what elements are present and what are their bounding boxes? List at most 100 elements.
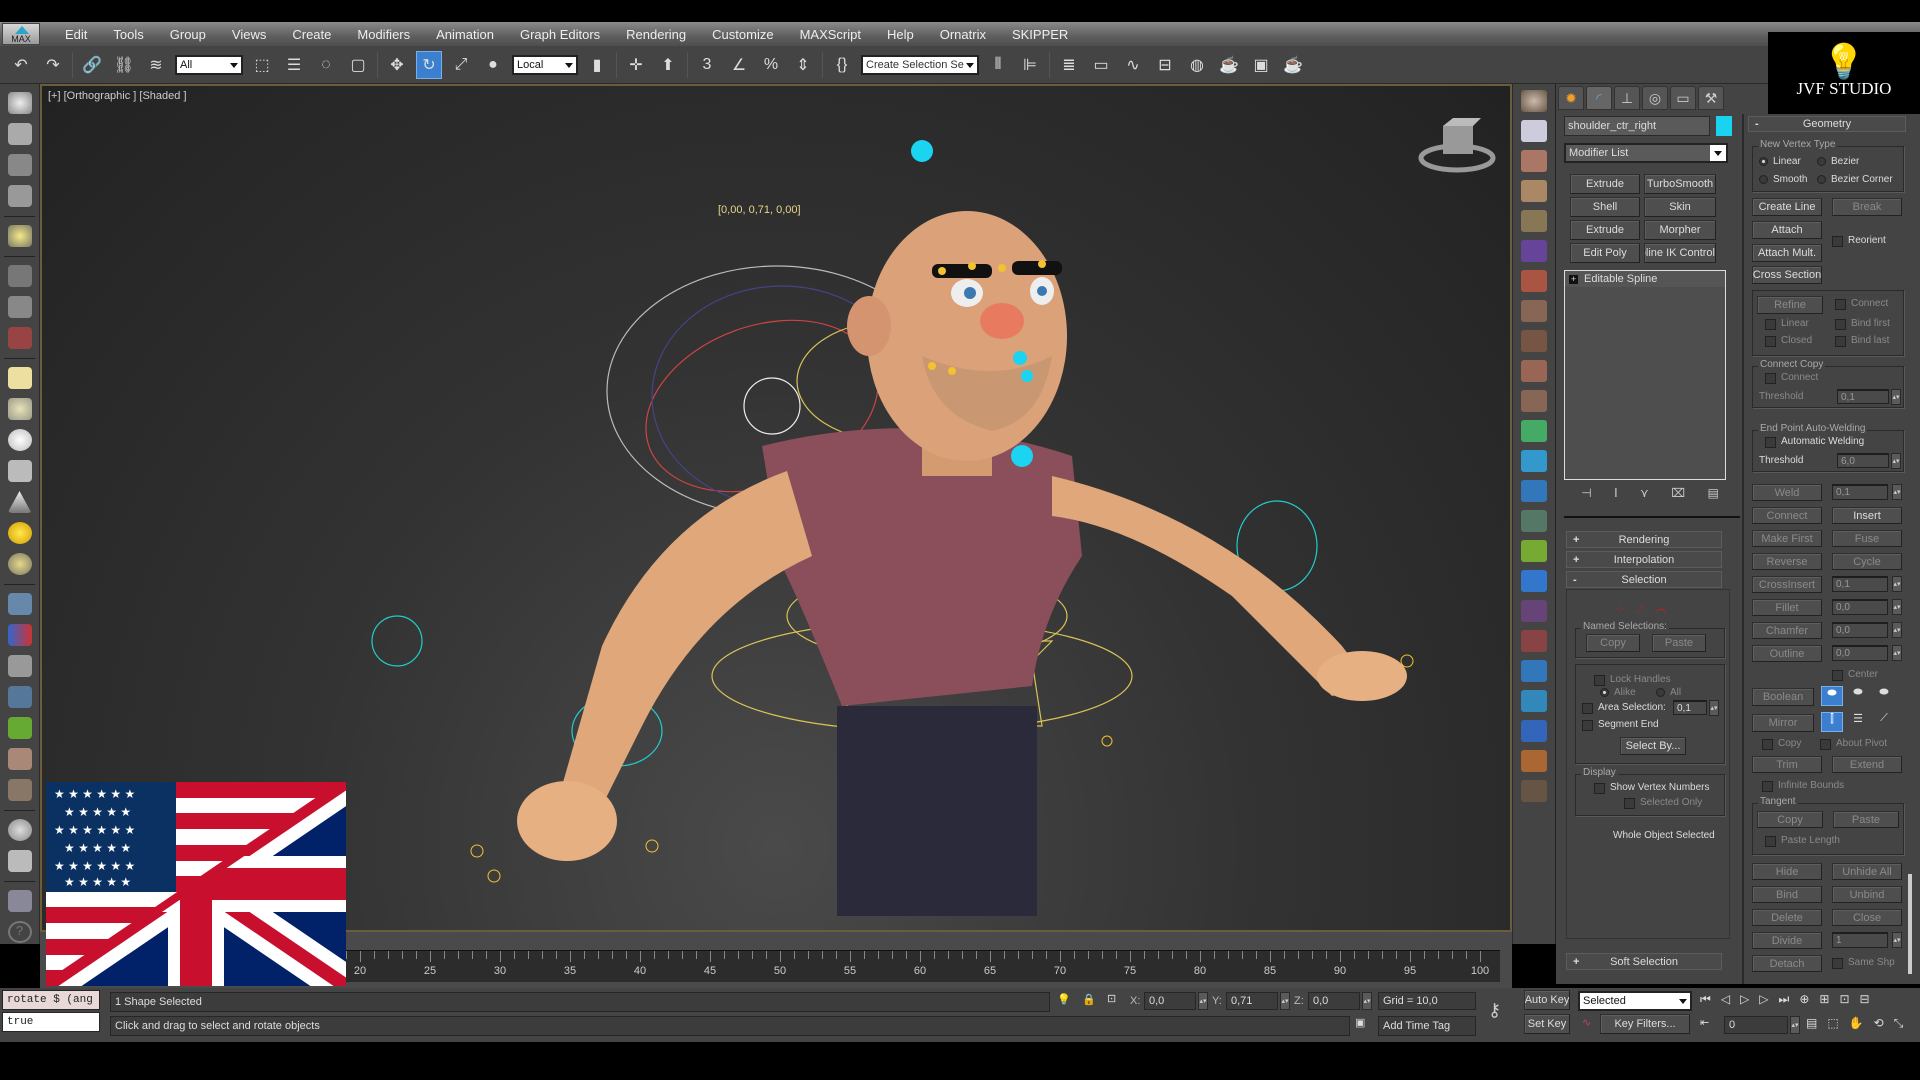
hair-hf-icon[interactable] [7,748,32,770]
command-panel-scrollbar[interactable] [1908,874,1912,974]
menu-ornatrix[interactable]: Ornatrix [927,27,999,42]
dome-icon[interactable] [7,398,32,420]
menu-tools[interactable]: Tools [100,27,156,42]
previous-frame-icon[interactable]: ◁ [1721,992,1730,1010]
time-config-icon[interactable]: ▤ [1806,1016,1817,1034]
cross-section-button[interactable]: Cross Section [1752,266,1822,284]
make-unique-icon[interactable]: ⋎ [1640,486,1649,504]
teapot-wire-icon[interactable] [7,460,32,482]
make-first-button[interactable]: Make First [1752,530,1822,547]
quick-hair-icon[interactable] [1521,90,1547,112]
crossinsert-spinner[interactable]: ▴▾ [1892,576,1902,592]
cycle-button[interactable]: Cycle [1832,553,1902,570]
select-and-rotate-icon[interactable]: ↻ [416,50,442,79]
outline-value-input[interactable]: 0,0 [1832,645,1888,661]
mirror-button[interactable]: Mirror [1752,714,1814,732]
crossinsert-value-input[interactable]: 0,1 [1832,576,1888,592]
paste-length-checkbox[interactable] [1765,836,1776,847]
vertex-type-bezier-corner-radio[interactable] [1817,175,1826,184]
light-icon[interactable] [7,225,32,247]
maxscript-listener-input[interactable]: rotate $ (ang [2,990,100,1010]
bind-button[interactable]: Bind [1752,886,1822,903]
unbind-button[interactable]: Unbind [1832,886,1902,903]
menu-rendering[interactable]: Rendering [613,27,699,42]
fillet-value-input[interactable]: 0,0 [1832,599,1888,615]
divide-button[interactable]: Divide [1752,932,1822,949]
tab-create[interactable]: ✹ [1558,86,1584,110]
panel-icon[interactable] [7,154,32,176]
strand-bend-icon[interactable] [1521,300,1547,322]
time-tag-icon[interactable]: ▣ [1355,1016,1365,1029]
modifier-button-edit-poly[interactable]: Edit Poly [1570,243,1640,263]
select-and-manipulate-icon[interactable]: ✛ [623,51,649,79]
isolate-selection-icon[interactable]: 💡 [1057,993,1071,1006]
script-icon[interactable] [7,890,32,912]
menu-customize[interactable]: Customize [699,27,786,42]
tab-motion[interactable]: ◎ [1642,86,1668,110]
menu-group[interactable]: Group [157,27,219,42]
viewcube[interactable] [1417,116,1497,176]
time-ruler[interactable]: 20 25 30 35 40 45 50 55 60 65 70 75 80 85 90 95 100 [340,950,1500,982]
reverse-button[interactable]: Reverse [1752,553,1822,570]
strand-length-icon[interactable] [1521,390,1547,412]
angle-snap-icon[interactable]: ∠ [726,51,752,79]
delete-button[interactable]: Delete [1752,909,1822,926]
particle-icon[interactable] [7,593,32,615]
rollout-rendering[interactable]: + Rendering [1566,531,1722,548]
schematic-view-icon[interactable]: ⊟ [1152,51,1178,79]
select-object-icon[interactable]: ⬚ [249,51,275,79]
reference-coordinate-dropdown[interactable]: Local [512,54,578,75]
undo-icon[interactable]: ↶ [8,51,34,79]
stack-item-editable-spline[interactable]: + Editable Spline [1565,271,1725,287]
rollout-soft-selection[interactable]: + Soft Selection [1566,953,1722,970]
object-name-field[interactable]: shoulder_ctr_right [1564,116,1710,136]
rendered-frame-window-icon[interactable]: ▣ [1248,51,1274,79]
sphere-icon[interactable] [7,819,32,841]
play-icon[interactable]: ▷ [1740,992,1749,1010]
absolute-mode-icon[interactable]: ⊡ [1107,992,1116,1005]
boolean-subtract-icon[interactable]: ⬬ [1847,686,1869,706]
sphere-light-icon[interactable] [7,429,32,451]
fillet-spinner[interactable]: ▴▾ [1892,599,1902,615]
expand-plus-icon[interactable]: + [1569,274,1578,284]
show-vertex-numbers-checkbox[interactable] [1594,783,1605,794]
hide-button[interactable]: Hide [1752,863,1822,880]
tab-hierarchy[interactable]: ⊥ [1614,86,1640,110]
camera-target-icon[interactable] [7,296,32,318]
pin-stack-icon[interactable]: ⊣ [1581,486,1591,504]
set-key-button[interactable]: Set Key [1524,1014,1570,1034]
edit-named-selection-icon[interactable]: {} [829,51,855,79]
modifier-button-turbosmooth[interactable]: TurboSmooth [1644,174,1716,194]
current-frame-input[interactable]: 0 [1724,1016,1788,1034]
mirror-icon[interactable]: ⫴ [985,51,1011,79]
menu-help[interactable]: Help [874,27,927,42]
about-pivot-checkbox[interactable] [1820,739,1831,750]
boolean-union-icon[interactable]: ⬬ [1821,686,1843,706]
strand-part-icon[interactable] [1521,360,1547,382]
strand-curl-icon[interactable] [1521,150,1547,172]
attach-button[interactable]: Attach [1752,221,1822,239]
select-and-link-icon[interactable]: 🔗 [79,51,105,79]
scene-explorer-icon[interactable]: ▭ [1088,51,1114,79]
crossinsert-button[interactable]: CrossInsert [1752,576,1822,593]
area-selection-input[interactable]: 0,1 [1673,700,1707,715]
segment-end-checkbox[interactable] [1582,720,1593,731]
select-by-name-icon[interactable]: ☰ [281,51,307,79]
unlink-selection-icon[interactable]: ⛓ [111,51,137,79]
mirror-copy-checkbox[interactable] [1762,739,1773,750]
orbit-icon[interactable]: ⟲ [1874,1016,1884,1034]
outline-spinner[interactable]: ▴▾ [1892,645,1902,661]
render-production-icon[interactable]: ☕ [1280,51,1306,79]
chamfer-button[interactable]: Chamfer [1752,622,1822,639]
object-color-swatch[interactable] [1716,116,1732,136]
layer-manager-icon[interactable]: ≣ [1056,51,1082,79]
automatic-welding-checkbox[interactable] [1765,437,1776,448]
rollout-selection[interactable]: - Selection [1566,571,1722,588]
connect-copy-threshold-input[interactable]: 0,1 [1837,389,1889,404]
next-frame-icon[interactable]: ▷ [1759,992,1768,1010]
add-time-tag-button[interactable]: Add Time Tag [1378,1016,1476,1036]
refine-linear-checkbox[interactable] [1765,319,1776,330]
guide-edit-icon[interactable] [1521,420,1547,442]
selected-only-checkbox[interactable] [1624,798,1635,809]
render-settings-icon[interactable] [1521,750,1547,772]
